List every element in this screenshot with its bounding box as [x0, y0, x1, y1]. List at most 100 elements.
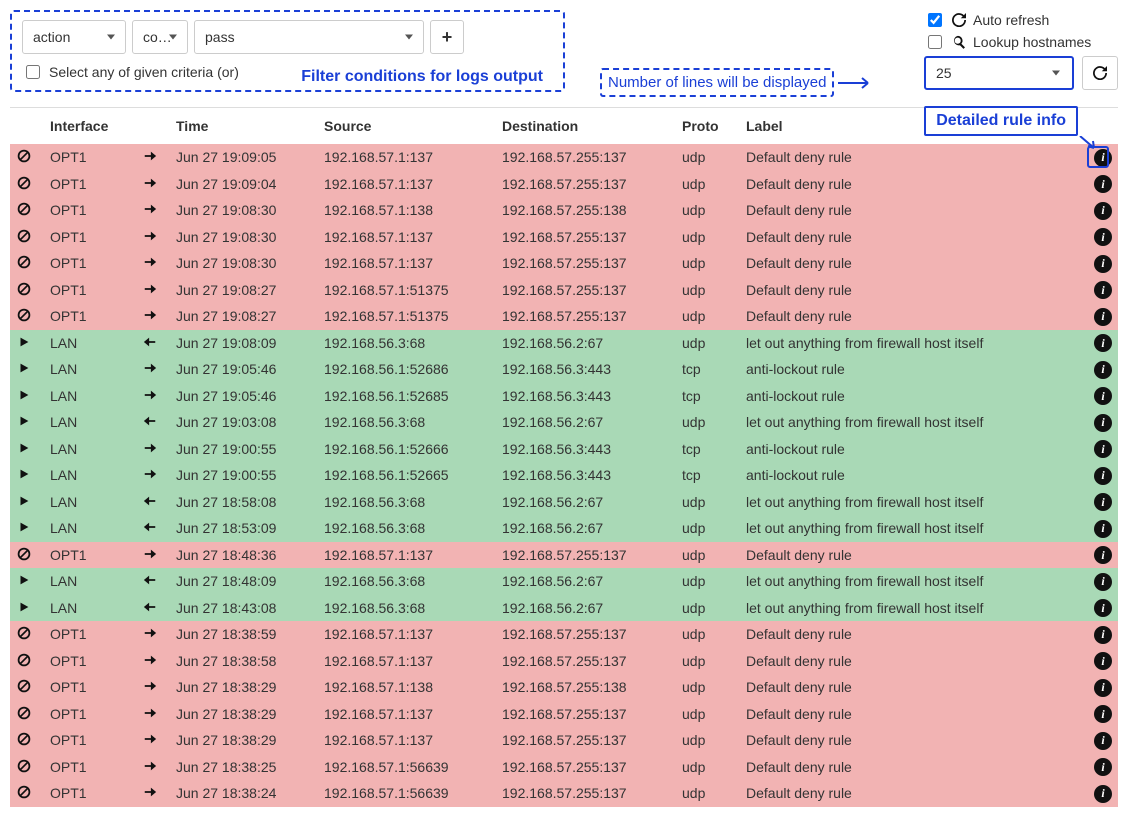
lookup-hostnames-checkbox[interactable]	[928, 35, 942, 49]
info-icon[interactable]: i	[1094, 573, 1112, 591]
cell-interface[interactable]: LAN	[44, 356, 136, 383]
info-icon[interactable]: i	[1094, 758, 1112, 776]
cell-destination[interactable]: 192.168.57.255:137	[496, 144, 676, 171]
cell-interface[interactable]: OPT1	[44, 197, 136, 224]
cell-interface[interactable]: OPT1	[44, 171, 136, 198]
cell-source[interactable]: 192.168.56.3:68	[318, 595, 496, 622]
info-icon[interactable]: i	[1094, 228, 1112, 246]
pass-icon[interactable]	[16, 387, 32, 403]
info-icon[interactable]: i	[1094, 334, 1112, 352]
cell-interface[interactable]: OPT1	[44, 754, 136, 781]
cell-source[interactable]: 192.168.56.3:68	[318, 515, 496, 542]
pass-icon[interactable]	[16, 572, 32, 588]
cell-source[interactable]: 192.168.57.1:137	[318, 701, 496, 728]
cell-interface[interactable]: OPT1	[44, 701, 136, 728]
cell-destination[interactable]: 192.168.57.255:137	[496, 754, 676, 781]
cell-interface[interactable]: LAN	[44, 489, 136, 516]
info-icon[interactable]: i	[1094, 202, 1112, 220]
auto-refresh-checkbox[interactable]	[928, 13, 942, 27]
block-icon[interactable]	[16, 254, 32, 270]
info-icon[interactable]: i	[1094, 705, 1112, 723]
cell-interface[interactable]: LAN	[44, 462, 136, 489]
block-icon[interactable]	[16, 784, 32, 800]
cell-destination[interactable]: 192.168.57.255:137	[496, 303, 676, 330]
cell-destination[interactable]: 192.168.56.2:67	[496, 595, 676, 622]
pass-icon[interactable]	[16, 413, 32, 429]
cell-interface[interactable]: LAN	[44, 436, 136, 463]
pass-icon[interactable]	[16, 599, 32, 615]
cell-destination[interactable]: 192.168.56.2:67	[496, 568, 676, 595]
cell-interface[interactable]: OPT1	[44, 674, 136, 701]
cell-interface[interactable]: OPT1	[44, 727, 136, 754]
block-icon[interactable]	[16, 201, 32, 217]
info-icon[interactable]: i	[1094, 467, 1112, 485]
pass-icon[interactable]	[16, 493, 32, 509]
pass-icon[interactable]	[16, 519, 32, 535]
block-icon[interactable]	[16, 678, 32, 694]
info-icon[interactable]: i	[1094, 308, 1112, 326]
filter-field-select[interactable]: action	[22, 20, 126, 54]
add-filter-button[interactable]: +	[430, 20, 464, 54]
info-icon[interactable]: i	[1094, 599, 1112, 617]
cell-source[interactable]: 192.168.56.3:68	[318, 568, 496, 595]
cell-interface[interactable]: LAN	[44, 330, 136, 357]
cell-interface[interactable]: OPT1	[44, 144, 136, 171]
cell-destination[interactable]: 192.168.56.2:67	[496, 489, 676, 516]
cell-source[interactable]: 192.168.57.1:51375	[318, 277, 496, 304]
info-icon[interactable]: i	[1094, 387, 1112, 405]
pass-icon[interactable]	[16, 334, 32, 350]
cell-destination[interactable]: 192.168.57.255:137	[496, 250, 676, 277]
cell-destination[interactable]: 192.168.57.255:137	[496, 224, 676, 251]
cell-interface[interactable]: LAN	[44, 515, 136, 542]
cell-interface[interactable]: OPT1	[44, 303, 136, 330]
block-icon[interactable]	[16, 731, 32, 747]
cell-interface[interactable]: LAN	[44, 595, 136, 622]
info-icon[interactable]: i	[1094, 732, 1112, 750]
info-icon[interactable]: i	[1094, 546, 1112, 564]
cell-destination[interactable]: 192.168.57.255:137	[496, 780, 676, 807]
cell-destination[interactable]: 192.168.56.2:67	[496, 515, 676, 542]
cell-source[interactable]: 192.168.56.3:68	[318, 409, 496, 436]
filter-value-select[interactable]: pass	[194, 20, 424, 54]
info-icon[interactable]: i	[1094, 281, 1112, 299]
cell-source[interactable]: 192.168.56.1:52666	[318, 436, 496, 463]
cell-destination[interactable]: 192.168.57.255:137	[496, 701, 676, 728]
cell-interface[interactable]: LAN	[44, 383, 136, 410]
cell-destination[interactable]: 192.168.56.3:443	[496, 356, 676, 383]
cell-source[interactable]: 192.168.57.1:137	[318, 224, 496, 251]
block-icon[interactable]	[16, 705, 32, 721]
info-icon[interactable]: i	[1094, 493, 1112, 511]
pass-icon[interactable]	[16, 466, 32, 482]
cell-destination[interactable]: 192.168.56.3:443	[496, 383, 676, 410]
block-icon[interactable]	[16, 281, 32, 297]
cell-destination[interactable]: 192.168.57.255:138	[496, 197, 676, 224]
cell-destination[interactable]: 192.168.57.255:137	[496, 621, 676, 648]
cell-source[interactable]: 192.168.57.1:137	[318, 171, 496, 198]
info-icon[interactable]: i	[1094, 440, 1112, 458]
info-icon[interactable]: i	[1094, 255, 1112, 273]
info-icon[interactable]: i	[1094, 785, 1112, 803]
select-any-checkbox[interactable]	[26, 65, 40, 79]
cell-source[interactable]: 192.168.57.1:56639	[318, 780, 496, 807]
info-icon[interactable]: i	[1094, 520, 1112, 538]
cell-interface[interactable]: OPT1	[44, 277, 136, 304]
cell-source[interactable]: 192.168.57.1:137	[318, 250, 496, 277]
cell-interface[interactable]: OPT1	[44, 621, 136, 648]
cell-interface[interactable]: OPT1	[44, 250, 136, 277]
cell-source[interactable]: 192.168.57.1:137	[318, 648, 496, 675]
cell-source[interactable]: 192.168.57.1:138	[318, 674, 496, 701]
cell-destination[interactable]: 192.168.57.255:137	[496, 648, 676, 675]
cell-interface[interactable]: LAN	[44, 409, 136, 436]
cell-destination[interactable]: 192.168.56.2:67	[496, 330, 676, 357]
cell-source[interactable]: 192.168.57.1:138	[318, 197, 496, 224]
block-icon[interactable]	[16, 228, 32, 244]
cell-destination[interactable]: 192.168.56.3:443	[496, 436, 676, 463]
cell-interface[interactable]: OPT1	[44, 648, 136, 675]
cell-source[interactable]: 192.168.56.3:68	[318, 489, 496, 516]
cell-destination[interactable]: 192.168.57.255:137	[496, 727, 676, 754]
info-icon[interactable]: i	[1094, 652, 1112, 670]
cell-interface[interactable]: OPT1	[44, 542, 136, 569]
cell-source[interactable]: 192.168.57.1:137	[318, 144, 496, 171]
cell-source[interactable]: 192.168.57.1:137	[318, 727, 496, 754]
cell-interface[interactable]: LAN	[44, 568, 136, 595]
